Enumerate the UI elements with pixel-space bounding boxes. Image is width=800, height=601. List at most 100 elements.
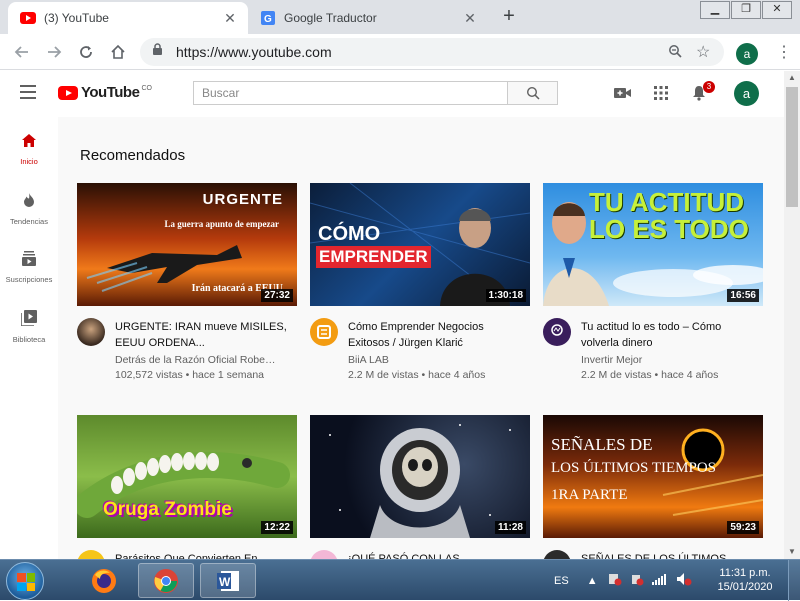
recommended-feed: Recomendados URGENTE La guerra apunto de…: [58, 117, 784, 559]
back-button[interactable]: [10, 40, 34, 64]
bookmark-star-icon[interactable]: ☆: [696, 42, 716, 62]
sidebar-item-label: Biblioteca: [12, 335, 46, 344]
video-title[interactable]: Parásitos Que Convierten En: [115, 551, 295, 559]
subscriptions-icon: [22, 251, 36, 266]
close-window-button[interactable]: ✕: [762, 1, 792, 19]
video-title[interactable]: Cómo Emprender Negocios Exitosos / Jürge…: [348, 319, 528, 351]
tab-google-translate[interactable]: G Google Traductor ✕: [248, 2, 488, 34]
action-center-icon[interactable]: [608, 572, 622, 589]
video-stats: 102,572 vistas • hace 1 semana: [115, 369, 265, 381]
channel-avatar[interactable]: [543, 550, 571, 559]
hamburger-menu-icon[interactable]: [20, 85, 36, 99]
network-signal-icon[interactable]: [651, 573, 668, 588]
channel-avatar[interactable]: [77, 318, 105, 346]
sidebar-item-tendencias[interactable]: Tendencias: [0, 192, 58, 226]
thumbnail-headline: CÓMO: [318, 223, 381, 245]
channel-name[interactable]: Invertir Mejor: [581, 354, 761, 366]
video-thumbnail[interactable]: URGENTE La guerra apunto de empezar Irán…: [77, 183, 297, 306]
channel-avatar[interactable]: [543, 318, 571, 346]
volume-muted-icon[interactable]: [676, 572, 692, 589]
browser-toolbar: https://www.youtube.com ☆ a ⋮: [0, 34, 800, 70]
sidebar-item-label: Tendencias: [10, 217, 48, 226]
channel-name[interactable]: Detrás de la Razón Oficial Robe…: [115, 354, 295, 366]
thumbnail-caption: 1RA PARTE: [551, 487, 628, 503]
word-icon: W: [217, 570, 239, 591]
sidebar-item-inicio[interactable]: Inicio: [0, 133, 58, 166]
search-box: Buscar: [193, 81, 558, 105]
tab-youtube[interactable]: (3) YouTube ✕: [8, 2, 248, 34]
svg-text:W: W: [219, 575, 231, 589]
video-thumbnail[interactable]: Oruga Zombie 12:22: [77, 415, 297, 538]
thumbnail-headline: URGENTE: [202, 191, 283, 208]
home-icon: [22, 134, 36, 147]
zoom-icon[interactable]: [668, 44, 688, 61]
video-title[interactable]: URGENTE: IRAN mueve MISILES, EEUU ORDENA…: [115, 319, 295, 351]
sidebar-item-suscripciones[interactable]: Suscripciones: [0, 251, 58, 284]
tab-close-icon[interactable]: ✕: [462, 10, 478, 26]
reload-button[interactable]: [74, 40, 98, 64]
video-title[interactable]: ¡QUÉ PASÓ CON LAS: [348, 551, 528, 559]
video-thumbnail[interactable]: TU ACTITUD LO ES TODO 16:56: [543, 183, 763, 306]
chrome-icon: [154, 568, 178, 593]
video-card[interactable]: URGENTE La guerra apunto de empezar Irán…: [77, 183, 299, 386]
browser-tab-bar: (3) YouTube ✕ G Google Traductor ✕ + ▁ ❐…: [0, 0, 800, 34]
taskbar-word[interactable]: W: [200, 563, 256, 598]
thumbnail-headline: TU ACTITUD: [589, 187, 745, 217]
language-indicator[interactable]: ES: [554, 575, 569, 587]
video-title[interactable]: Tu actitud lo es todo – Cómo volverla di…: [581, 319, 761, 351]
address-bar[interactable]: https://www.youtube.com ☆: [140, 38, 724, 66]
show-hidden-icons-icon[interactable]: ▲: [587, 575, 598, 587]
search-input[interactable]: Buscar: [193, 81, 508, 105]
channel-avatar[interactable]: [310, 318, 338, 346]
account-avatar[interactable]: a: [734, 81, 759, 106]
thumbnail-subtext: LO ES TODO: [589, 214, 749, 244]
tab-title: (3) YouTube: [44, 11, 109, 25]
page-scrollbar[interactable]: ▲ ▼: [784, 71, 800, 559]
system-clock[interactable]: 11:31 p.m. 15/01/2020: [712, 566, 778, 594]
tab-close-icon[interactable]: ✕: [222, 10, 238, 26]
video-title[interactable]: SEÑALES DE LOS ÚLTIMOS: [581, 551, 761, 559]
minimize-button[interactable]: ▁: [700, 1, 730, 19]
thumbnail-subtext: LOS ÚLTIMOS TIEMPOS: [551, 460, 717, 476]
browser-profile-avatar[interactable]: a: [736, 43, 758, 65]
video-thumbnail[interactable]: SEÑALES DE LOS ÚLTIMOS TIEMPOS 1RA PARTE…: [543, 415, 763, 538]
start-button[interactable]: [6, 562, 44, 600]
system-tray: ES ▲: [554, 560, 692, 601]
browser-menu-icon[interactable]: ⋮: [776, 42, 792, 62]
video-card[interactable]: SEÑALES DE LOS ÚLTIMOS TIEMPOS 1RA PARTE…: [543, 415, 765, 559]
video-card[interactable]: CÓMO EMPRENDER 1:30:18 Cómo Emprender Ne…: [310, 183, 532, 386]
sidebar-item-biblioteca[interactable]: Biblioteca: [0, 310, 58, 344]
maximize-button[interactable]: ❐: [731, 1, 761, 19]
video-thumbnail[interactable]: CÓMO EMPRENDER 1:30:18: [310, 183, 530, 306]
scrollbar-thumb[interactable]: [786, 87, 798, 207]
video-card[interactable]: TU ACTITUD LO ES TODO 16:56 Tu actitud l…: [543, 183, 765, 386]
scroll-up-arrow-icon[interactable]: ▲: [784, 71, 800, 85]
astronaut-skull-image: [329, 424, 511, 538]
show-desktop-button[interactable]: [788, 560, 800, 601]
create-video-icon[interactable]: [614, 84, 632, 102]
channel-name[interactable]: BiiA LAB: [348, 354, 528, 366]
address-url: https://www.youtube.com: [176, 44, 332, 60]
power-icon[interactable]: [630, 572, 644, 589]
taskbar-chrome[interactable]: [138, 563, 194, 598]
video-card[interactable]: Oruga Zombie 12:22 Parásitos Que Convier…: [77, 415, 299, 559]
forward-arrow-icon: [48, 46, 62, 58]
apps-grid-icon[interactable]: [652, 84, 670, 102]
video-card[interactable]: 11:28 ¡QUÉ PASÓ CON LAS: [310, 415, 532, 559]
sidebar-item-label: Inicio: [20, 157, 38, 166]
taskbar-firefox[interactable]: [76, 563, 132, 598]
youtube-header: YouTube CO Buscar 3 a: [0, 71, 784, 117]
youtube-logo[interactable]: YouTube CO: [58, 84, 152, 101]
new-tab-button[interactable]: +: [498, 6, 520, 28]
scroll-down-arrow-icon[interactable]: ▼: [784, 545, 800, 559]
video-thumbnail[interactable]: 11:28: [310, 415, 530, 538]
home-button[interactable]: [106, 40, 130, 64]
video-duration: 16:56: [727, 289, 759, 302]
channel-avatar[interactable]: [77, 550, 105, 559]
forward-button[interactable]: [42, 40, 66, 64]
channel-avatar[interactable]: [310, 550, 338, 559]
youtube-sidebar: Inicio Tendencias Suscripciones Bibliote…: [0, 117, 58, 559]
lock-icon: [152, 43, 166, 61]
search-button[interactable]: [508, 81, 558, 105]
reload-icon: [80, 46, 92, 58]
